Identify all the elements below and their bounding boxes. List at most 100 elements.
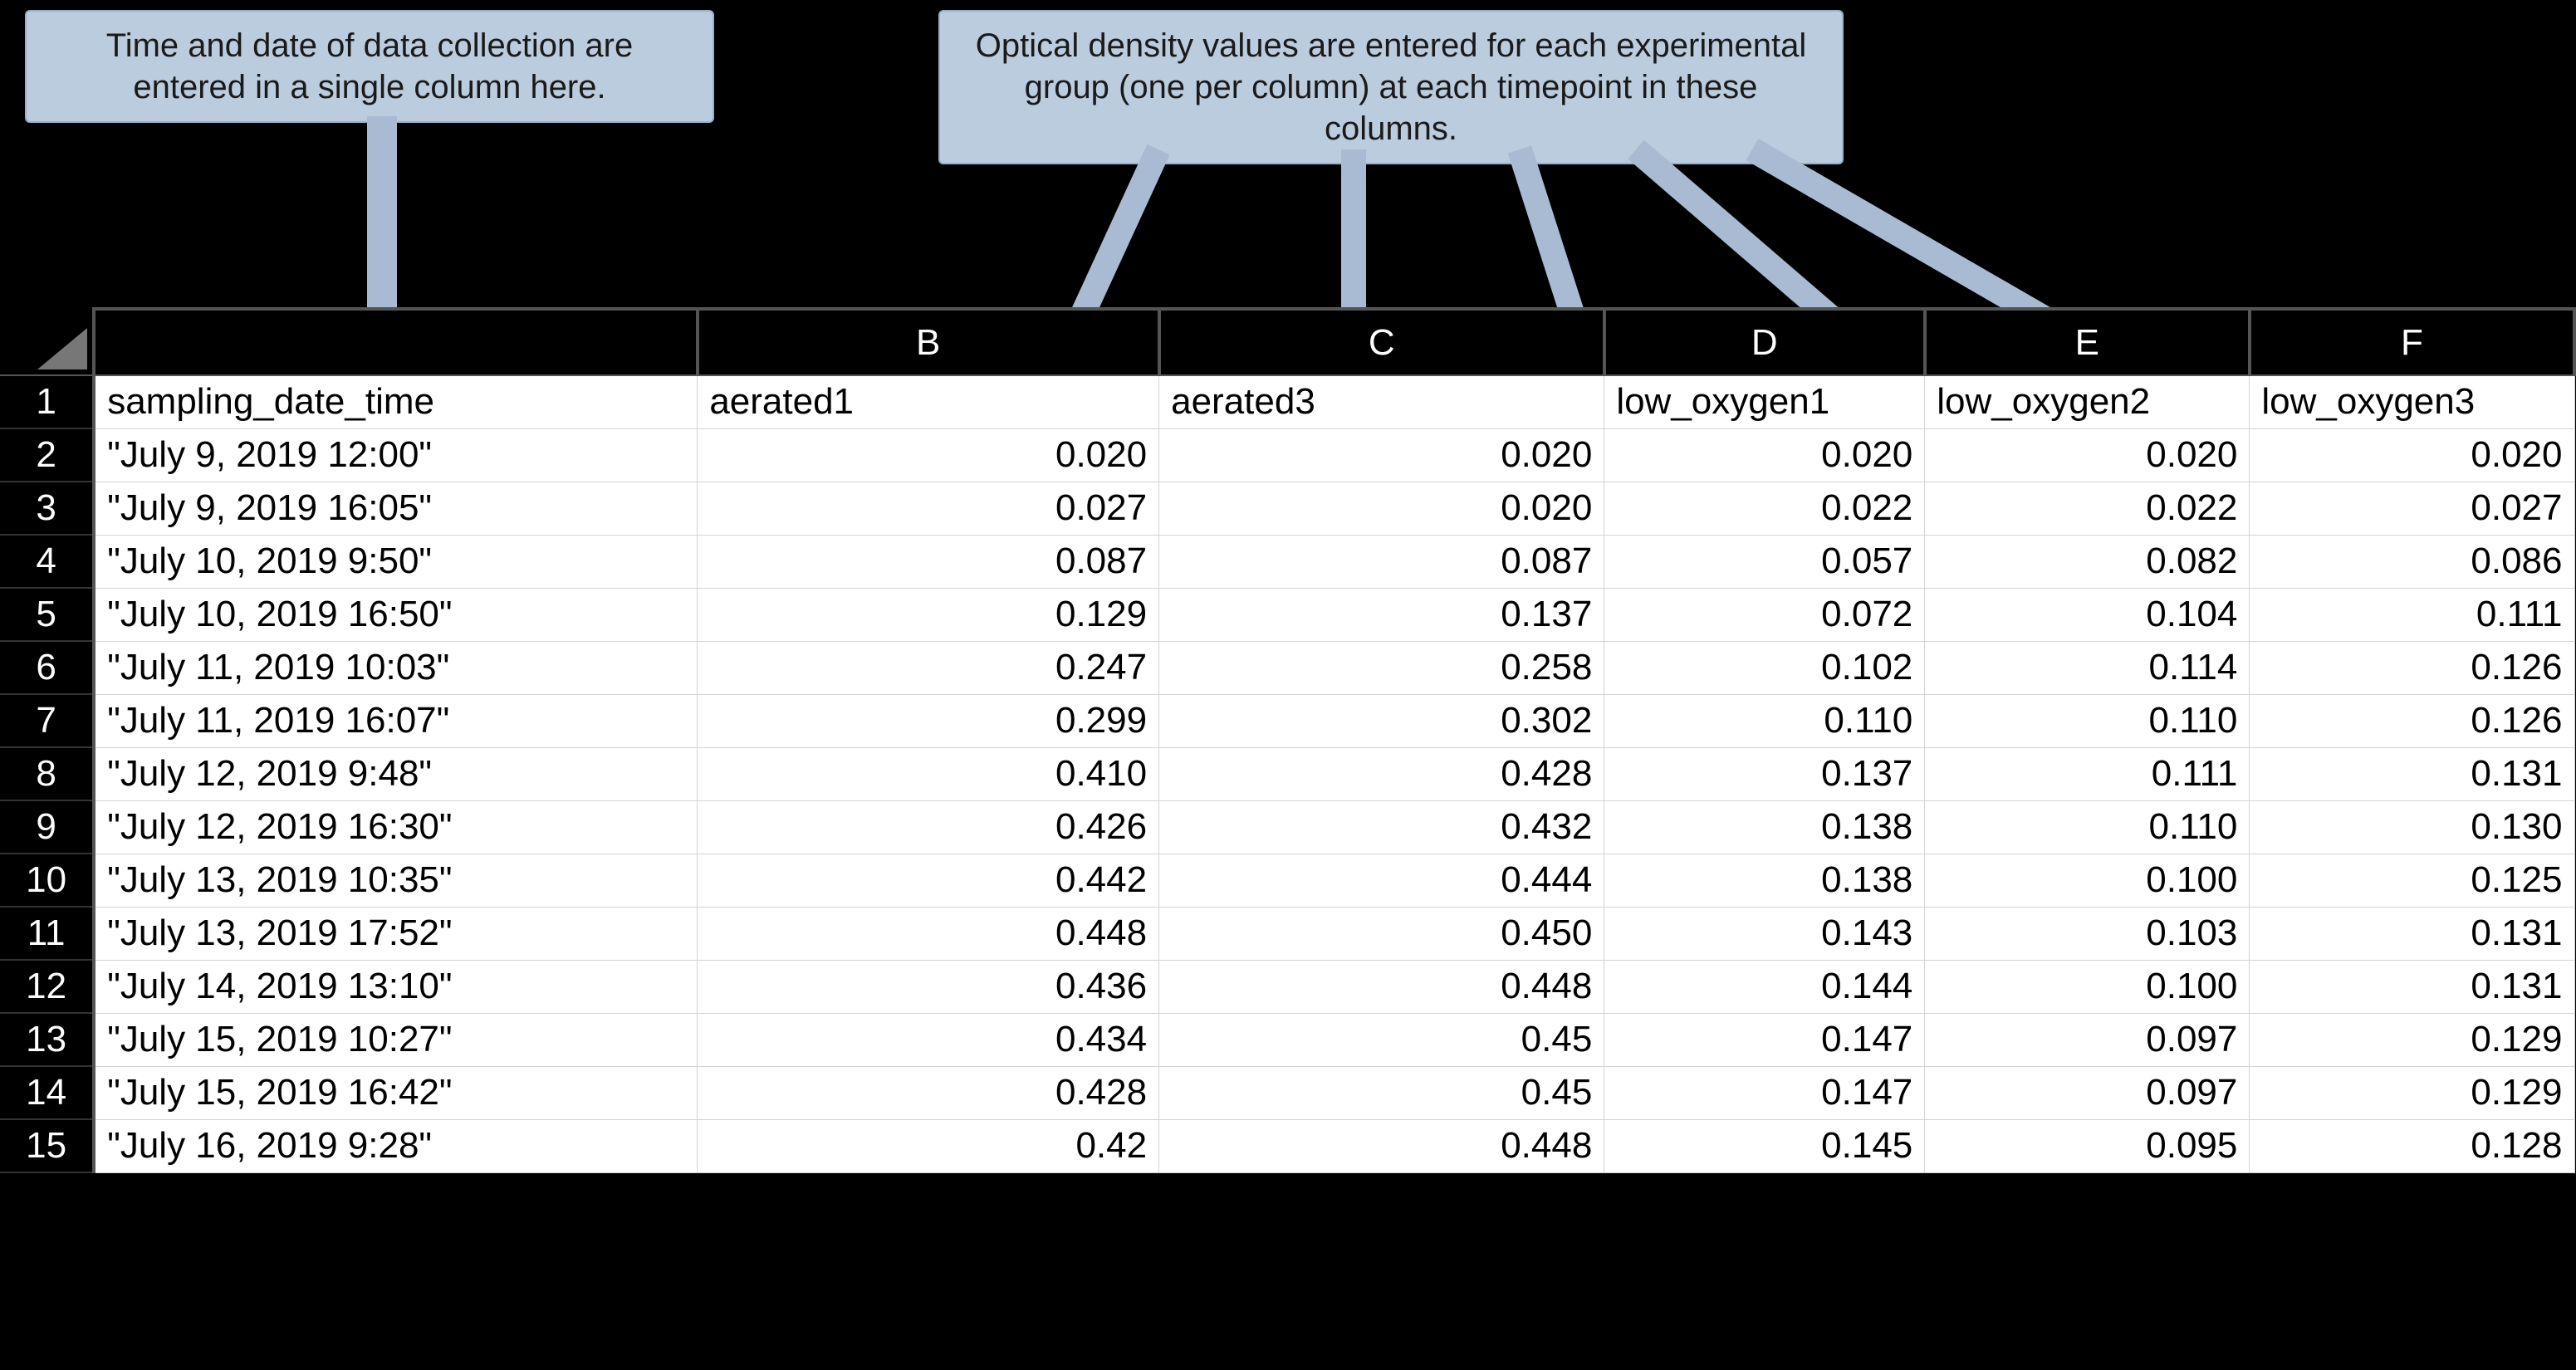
cell[interactable]: 0.027: [2250, 482, 2574, 535]
cell[interactable]: aerated1: [698, 375, 1159, 428]
cell[interactable]: 0.247: [698, 641, 1159, 694]
cell[interactable]: 0.097: [1925, 1013, 2250, 1066]
cell[interactable]: 0.131: [2250, 960, 2574, 1013]
cell[interactable]: 0.442: [698, 854, 1159, 907]
select-all-corner[interactable]: [0, 309, 94, 375]
cell[interactable]: 0.147: [1604, 1013, 1925, 1066]
cell[interactable]: 0.082: [1925, 535, 2250, 588]
cell[interactable]: 0.428: [698, 1066, 1159, 1119]
cell[interactable]: "July 11, 2019 16:07": [94, 694, 698, 747]
cell[interactable]: 0.111: [1925, 747, 2250, 800]
row-header[interactable]: 8: [0, 747, 94, 800]
cell[interactable]: 0.072: [1604, 588, 1925, 641]
cell[interactable]: 0.137: [1604, 747, 1925, 800]
cell[interactable]: 0.097: [1925, 1066, 2250, 1119]
cell[interactable]: aerated3: [1159, 375, 1604, 428]
cell[interactable]: "July 12, 2019 9:48": [94, 747, 698, 800]
cell[interactable]: 0.448: [1159, 960, 1604, 1013]
cell[interactable]: 0.020: [1159, 428, 1604, 482]
cell[interactable]: "July 10, 2019 9:50": [94, 535, 698, 588]
cell[interactable]: low_oxygen3: [2250, 375, 2574, 428]
cell[interactable]: 0.131: [2250, 907, 2574, 960]
cell[interactable]: "July 11, 2019 10:03": [94, 641, 698, 694]
col-header-E[interactable]: E: [1925, 309, 2250, 375]
cell[interactable]: 0.45: [1159, 1066, 1604, 1119]
cell[interactable]: 0.095: [1925, 1119, 2250, 1172]
row-header[interactable]: 12: [0, 960, 94, 1013]
cell[interactable]: 0.45: [1159, 1013, 1604, 1066]
cell[interactable]: 0.020: [698, 428, 1159, 482]
cell[interactable]: 0.027: [698, 482, 1159, 535]
cell[interactable]: 0.125: [2250, 854, 2574, 907]
cell[interactable]: 0.299: [698, 694, 1159, 747]
cell[interactable]: 0.020: [1604, 428, 1925, 482]
cell[interactable]: 0.448: [698, 907, 1159, 960]
cell[interactable]: "July 12, 2019 16:30": [94, 800, 698, 854]
cell[interactable]: 0.131: [2250, 747, 2574, 800]
cell[interactable]: "July 13, 2019 17:52": [94, 907, 698, 960]
cell[interactable]: 0.143: [1604, 907, 1925, 960]
row-header[interactable]: 3: [0, 482, 94, 535]
cell[interactable]: 0.144: [1604, 960, 1925, 1013]
col-header-C[interactable]: C: [1159, 309, 1604, 375]
row-header[interactable]: 15: [0, 1119, 94, 1172]
cell[interactable]: 0.145: [1604, 1119, 1925, 1172]
col-header-A[interactable]: [94, 309, 698, 375]
col-header-D[interactable]: D: [1604, 309, 1925, 375]
cell[interactable]: 0.450: [1159, 907, 1604, 960]
cell[interactable]: 0.020: [1925, 428, 2250, 482]
cell[interactable]: 0.104: [1925, 588, 2250, 641]
cell[interactable]: 0.102: [1604, 641, 1925, 694]
cell[interactable]: 0.410: [698, 747, 1159, 800]
cell[interactable]: "July 9, 2019 12:00": [94, 428, 698, 482]
cell[interactable]: 0.086: [2250, 535, 2574, 588]
cell[interactable]: "July 9, 2019 16:05": [94, 482, 698, 535]
cell[interactable]: 0.020: [1159, 482, 1604, 535]
cell[interactable]: 0.020: [2250, 428, 2574, 482]
row-header[interactable]: 9: [0, 800, 94, 854]
cell[interactable]: "July 14, 2019 13:10": [94, 960, 698, 1013]
row-header[interactable]: 6: [0, 641, 94, 694]
cell[interactable]: sampling_date_time: [94, 375, 698, 428]
cell[interactable]: 0.147: [1604, 1066, 1925, 1119]
cell[interactable]: 0.444: [1159, 854, 1604, 907]
cell[interactable]: 0.100: [1925, 960, 2250, 1013]
row-header[interactable]: 5: [0, 588, 94, 641]
cell[interactable]: 0.432: [1159, 800, 1604, 854]
cell[interactable]: 0.128: [2250, 1119, 2574, 1172]
cell[interactable]: 0.129: [2250, 1013, 2574, 1066]
cell[interactable]: 0.426: [698, 800, 1159, 854]
row-header[interactable]: 14: [0, 1066, 94, 1119]
cell[interactable]: 0.42: [698, 1119, 1159, 1172]
cell[interactable]: 0.126: [2250, 641, 2574, 694]
cell[interactable]: 0.130: [2250, 800, 2574, 854]
cell[interactable]: 0.114: [1925, 641, 2250, 694]
cell[interactable]: 0.302: [1159, 694, 1604, 747]
cell[interactable]: 0.022: [1604, 482, 1925, 535]
cell[interactable]: 0.100: [1925, 854, 2250, 907]
cell[interactable]: "July 15, 2019 10:27": [94, 1013, 698, 1066]
cell[interactable]: 0.137: [1159, 588, 1604, 641]
row-header[interactable]: 4: [0, 535, 94, 588]
cell[interactable]: 0.126: [2250, 694, 2574, 747]
row-header[interactable]: 2: [0, 428, 94, 482]
cell[interactable]: "July 15, 2019 16:42": [94, 1066, 698, 1119]
cell[interactable]: "July 10, 2019 16:50": [94, 588, 698, 641]
cell[interactable]: 0.110: [1925, 694, 2250, 747]
cell[interactable]: 0.129: [2250, 1066, 2574, 1119]
cell[interactable]: 0.103: [1925, 907, 2250, 960]
row-header[interactable]: 11: [0, 907, 94, 960]
row-header[interactable]: 1: [0, 375, 94, 428]
cell[interactable]: low_oxygen1: [1604, 375, 1925, 428]
row-header[interactable]: 7: [0, 694, 94, 747]
cell[interactable]: 0.111: [2250, 588, 2574, 641]
cell[interactable]: 0.110: [1925, 800, 2250, 854]
cell[interactable]: 0.448: [1159, 1119, 1604, 1172]
cell[interactable]: 0.138: [1604, 800, 1925, 854]
cell[interactable]: 0.087: [698, 535, 1159, 588]
cell[interactable]: 0.138: [1604, 854, 1925, 907]
row-header[interactable]: 13: [0, 1013, 94, 1066]
cell[interactable]: "July 16, 2019 9:28": [94, 1119, 698, 1172]
cell[interactable]: 0.258: [1159, 641, 1604, 694]
col-header-F[interactable]: F: [2250, 309, 2574, 375]
